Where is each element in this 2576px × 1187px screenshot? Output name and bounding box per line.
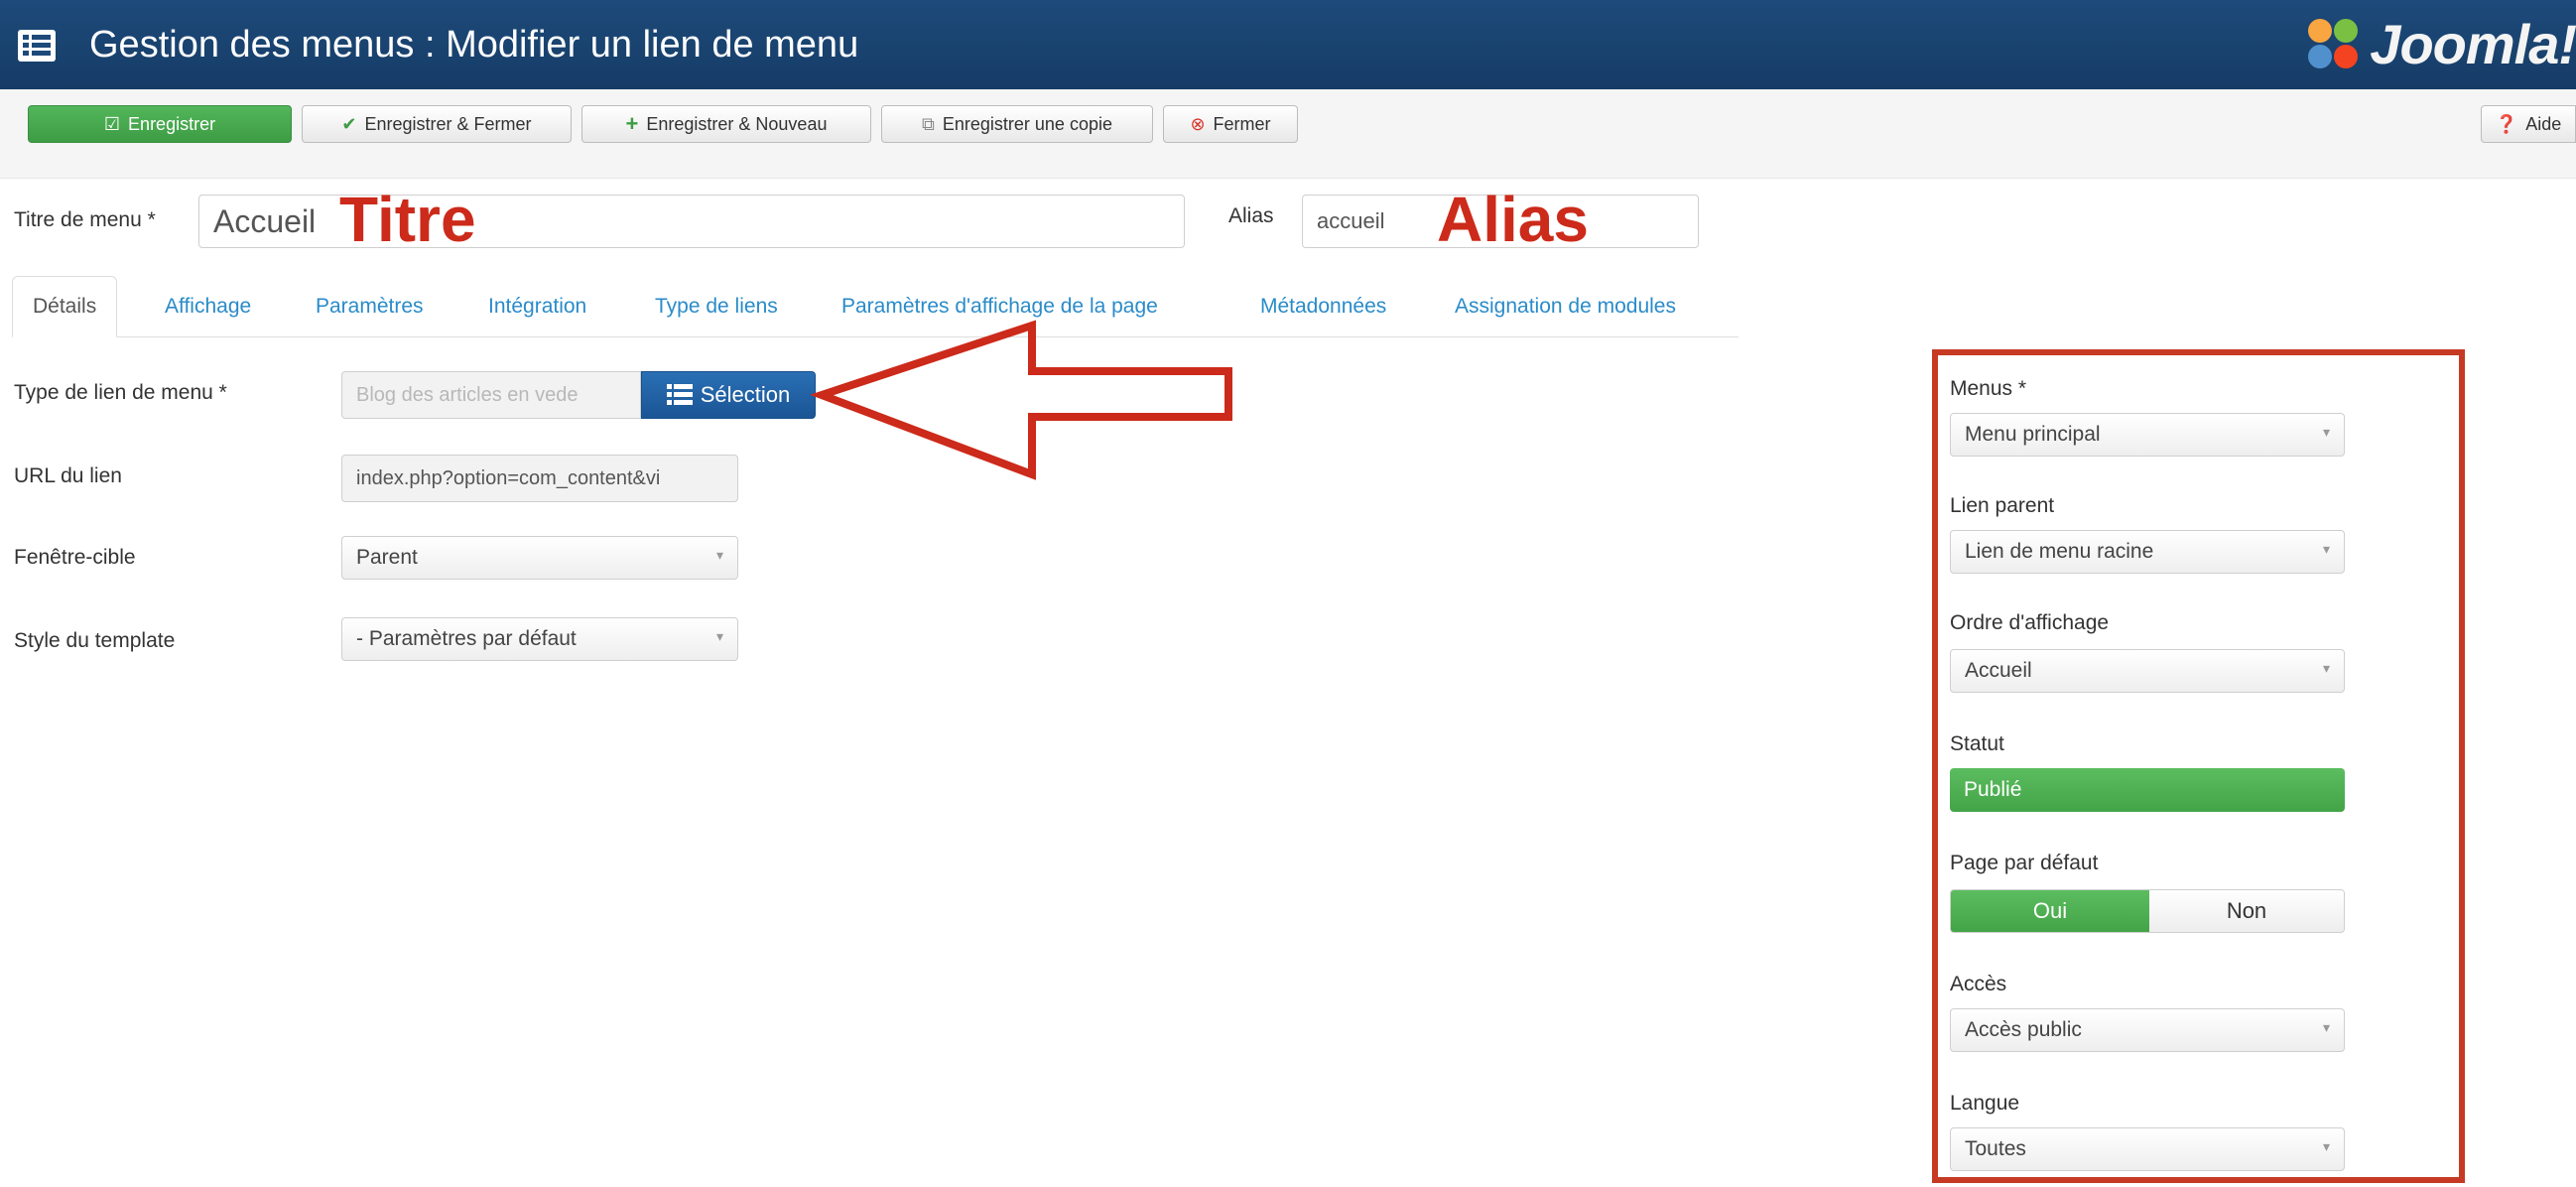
copy-icon: ⧉ [922,113,935,134]
template-style-select[interactable]: - Paramètres par défaut ▾ [341,617,738,661]
tab-integration[interactable]: Intégration [488,276,586,337]
chevron-down-icon: ▾ [2322,541,2330,557]
language-select[interactable]: Toutes ▾ [1950,1127,2345,1171]
target-window-label: Fenêtre-cible [14,546,136,569]
parent-item-select[interactable]: Lien de menu racine ▾ [1950,530,2345,574]
parent-item-label: Lien parent [1950,494,2055,517]
menus-select[interactable]: Menu principal ▾ [1950,413,2345,457]
toolbar: ☑ Enregistrer ✔ Enregistrer & Fermer + E… [0,89,2576,179]
chevron-down-icon: ▾ [2322,1138,2330,1154]
joomla-logo: Joomla! [2304,12,2576,75]
list-icon [18,30,56,62]
status-label: Statut [1950,732,2004,755]
tab-details[interactable]: Détails [12,276,118,337]
default-yes-button[interactable]: Oui [1951,890,2149,932]
tab-module-assignment[interactable]: Assignation de modules [1455,276,1676,337]
list-icon [666,384,693,405]
save-close-button[interactable]: ✔ Enregistrer & Fermer [302,105,572,143]
save-new-button[interactable]: + Enregistrer & Nouveau [581,105,871,143]
chevron-down-icon: ▾ [715,628,723,644]
page-title: Gestion des menus : Modifier un lien de … [89,24,859,66]
select-type-button[interactable]: Sélection [641,371,816,419]
title-annotation: Titre [339,184,476,255]
link-url-field: index.php?option=com_content&vi [341,455,738,502]
header-bar: Gestion des menus : Modifier un lien de … [0,0,2576,89]
default-no-button[interactable]: Non [2149,890,2344,932]
tab-link-type[interactable]: Type de liens [655,276,778,337]
alias-label: Alias [1228,204,1274,227]
arrow-annotation [810,320,1232,480]
save-button[interactable]: ☑ Enregistrer [28,105,292,143]
chevron-down-icon: ▾ [2322,424,2330,440]
title-label: Titre de menu * [14,208,156,231]
tab-parameters[interactable]: Paramètres [316,276,424,337]
save-copy-button[interactable]: ⧉ Enregistrer une copie [881,105,1153,143]
menu-item-type-field: Blog des articles en vede [341,371,641,419]
close-circle-icon: ⊗ [1190,113,1206,134]
access-label: Accès [1950,973,2007,995]
question-icon: ❓ [2495,113,2518,134]
access-select[interactable]: Accès public ▾ [1950,1008,2345,1052]
link-url-label: URL du lien [14,464,122,487]
status-select[interactable]: Publié [1950,768,2345,812]
brand-name: Joomla! [2370,12,2576,75]
target-window-select[interactable]: Parent ▾ [341,536,738,580]
chevron-down-icon: ▾ [715,547,723,563]
ordering-select[interactable]: Accueil ▾ [1950,649,2345,693]
tab-display[interactable]: Affichage [165,276,251,337]
chevron-down-icon: ▾ [2322,660,2330,676]
close-button[interactable]: ⊗ Fermer [1163,105,1298,143]
ordering-label: Ordre d'affichage [1950,611,2110,634]
plus-icon: + [625,111,639,136]
menus-label: Menus * [1950,377,2027,400]
tab-metadata[interactable]: Métadonnées [1260,276,1386,337]
template-style-label: Style du template [14,629,176,652]
sidebar-panel: Menus * Menu principal ▾ Lien parent Lie… [1932,349,2465,1183]
chevron-down-icon: ▾ [2322,1019,2330,1035]
language-label: Langue [1950,1092,2020,1115]
alias-annotation: Alias [1437,184,1589,255]
check-icon: ✔ [341,113,357,134]
default-page-label: Page par défaut [1950,852,2099,874]
menu-item-type-label: Type de lien de menu * [14,381,227,404]
edit-icon: ☑ [103,113,121,134]
default-page-toggle: Oui Non [1950,889,2345,933]
help-button[interactable]: ❓ Aide [2481,105,2576,143]
joomla-logo-icon [2308,19,2359,68]
